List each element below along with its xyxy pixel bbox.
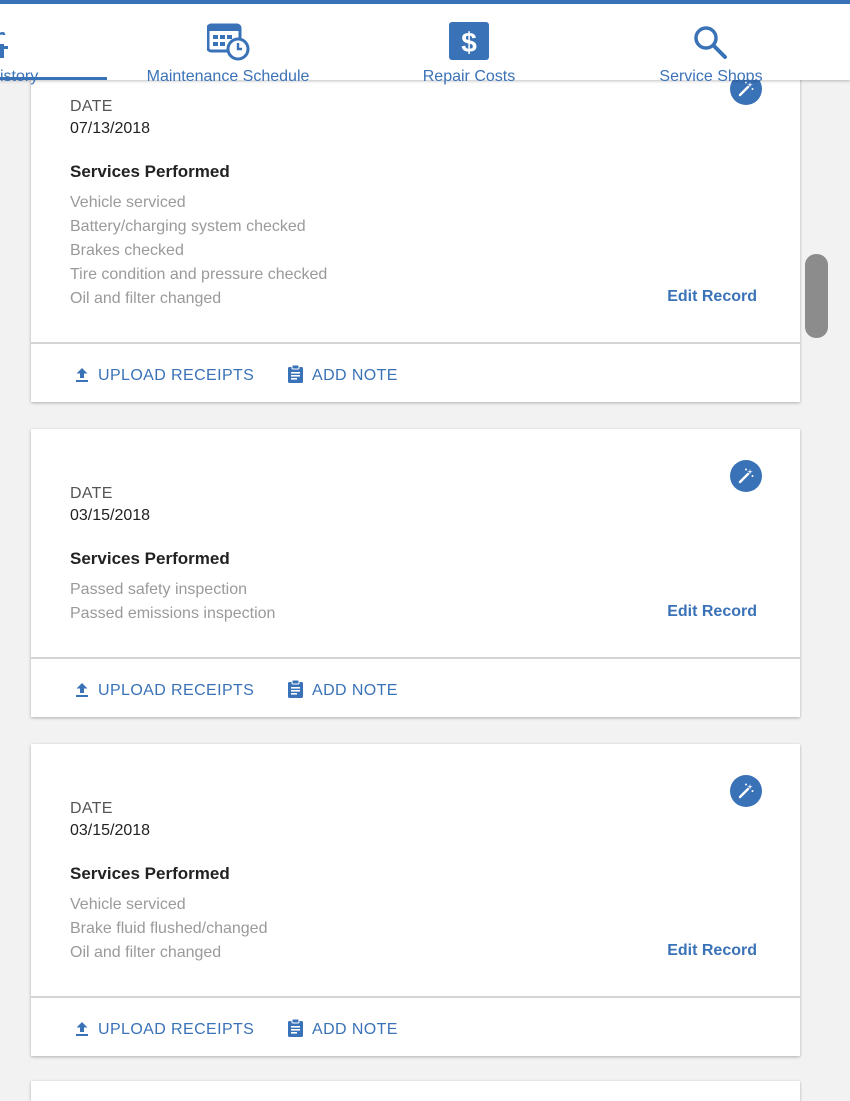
service-item: Vehicle serviced (70, 896, 186, 913)
date-label: DATE (70, 98, 113, 115)
service-item: Passed emissions inspection (70, 605, 276, 622)
divider (31, 657, 800, 659)
upload-icon (76, 368, 88, 382)
divider (31, 996, 800, 998)
service-item: Tire condition and pressure checked (70, 266, 328, 283)
scrollbar-thumb[interactable] (805, 254, 828, 338)
add-note-label: ADD NOTE (312, 367, 398, 384)
service-item: Brake fluid flushed/changed (70, 920, 268, 937)
search-icon (694, 26, 727, 59)
record-card-partial (31, 1081, 800, 1101)
calendar-clock-icon (207, 23, 250, 61)
tab-maintenance-schedule[interactable]: Maintenance Schedule (127, 4, 329, 85)
service-item: Oil and filter changed (70, 944, 222, 961)
services-list: Vehicle serviced Battery/charging system… (70, 191, 327, 311)
record-date: 07/13/2018 (70, 120, 151, 137)
date-label: DATE (70, 800, 113, 817)
services-title: Services Performed (70, 549, 230, 568)
edit-record-link[interactable]: Edit Record (667, 288, 757, 306)
services-title: Services Performed (70, 864, 230, 883)
add-note-button[interactable]: ADD NOTE (287, 1018, 398, 1039)
date-label: DATE (70, 485, 113, 502)
dollar-icon: $ (449, 22, 489, 60)
upload-icon (76, 683, 88, 697)
add-note-label: ADD NOTE (312, 1021, 398, 1038)
record-card: DATE 03/15/2018 Services Performed Vehic… (31, 744, 800, 1056)
magic-wand-icon (738, 783, 754, 799)
service-item: Passed safety inspection (70, 581, 247, 598)
svg-text:$: $ (461, 27, 477, 58)
magic-wand-button[interactable] (730, 460, 762, 492)
services-list: Vehicle serviced Brake fluid flushed/cha… (70, 893, 267, 965)
upload-receipts-label: UPLOAD RECEIPTS (98, 682, 255, 699)
upload-receipts-button[interactable]: UPLOAD RECEIPTS (74, 1020, 254, 1039)
edit-record-link[interactable]: Edit Record (667, 603, 757, 621)
tab-label: Repair Costs (422, 68, 516, 85)
scrollbar-track[interactable] (802, 80, 830, 1090)
edit-record-link[interactable]: Edit Record (667, 942, 757, 960)
record-date: 03/15/2018 (70, 822, 151, 839)
upload-receipts-button[interactable]: UPLOAD RECEIPTS (74, 681, 254, 700)
top-tab-bar: istory Maintenance Schedule $ Repair Cos… (0, 0, 850, 85)
tab-label: Service Shops (659, 68, 763, 85)
clipboard-icon (288, 679, 303, 698)
magic-wand-icon (738, 468, 754, 484)
magic-wand-button[interactable] (730, 775, 762, 807)
upload-receipts-label: UPLOAD RECEIPTS (98, 1021, 255, 1038)
services-list: Passed safety inspection Passed emission… (70, 578, 275, 626)
service-item: Brakes checked (70, 242, 184, 259)
upload-receipts-button[interactable]: UPLOAD RECEIPTS (74, 366, 254, 385)
tab-repair-costs[interactable]: $ Repair Costs (392, 4, 546, 85)
record-date: 03/15/2018 (70, 507, 151, 524)
add-note-button[interactable]: ADD NOTE (287, 364, 398, 385)
active-tab-indicator (0, 77, 107, 80)
record-card: DATE 07/13/2018 Services Performed Vehic… (31, 60, 800, 402)
service-item: Vehicle serviced (70, 194, 186, 211)
record-card: DATE 03/15/2018 Services Performed Passe… (31, 429, 800, 717)
tab-service-history[interactable]: istory (0, 4, 107, 85)
add-note-label: ADD NOTE (312, 682, 398, 699)
clipboard-icon (288, 364, 303, 383)
tab-service-shops[interactable]: Service Shops (630, 4, 792, 85)
add-note-button[interactable]: ADD NOTE (287, 679, 398, 700)
upload-icon (76, 1022, 88, 1036)
divider (31, 342, 800, 344)
upload-receipts-label: UPLOAD RECEIPTS (98, 367, 255, 384)
history-icon (0, 31, 8, 58)
services-title: Services Performed (70, 162, 230, 181)
service-item: Oil and filter changed (70, 290, 222, 307)
clipboard-icon (288, 1018, 303, 1037)
service-item: Battery/charging system checked (70, 218, 306, 235)
tab-label: Maintenance Schedule (146, 68, 310, 85)
